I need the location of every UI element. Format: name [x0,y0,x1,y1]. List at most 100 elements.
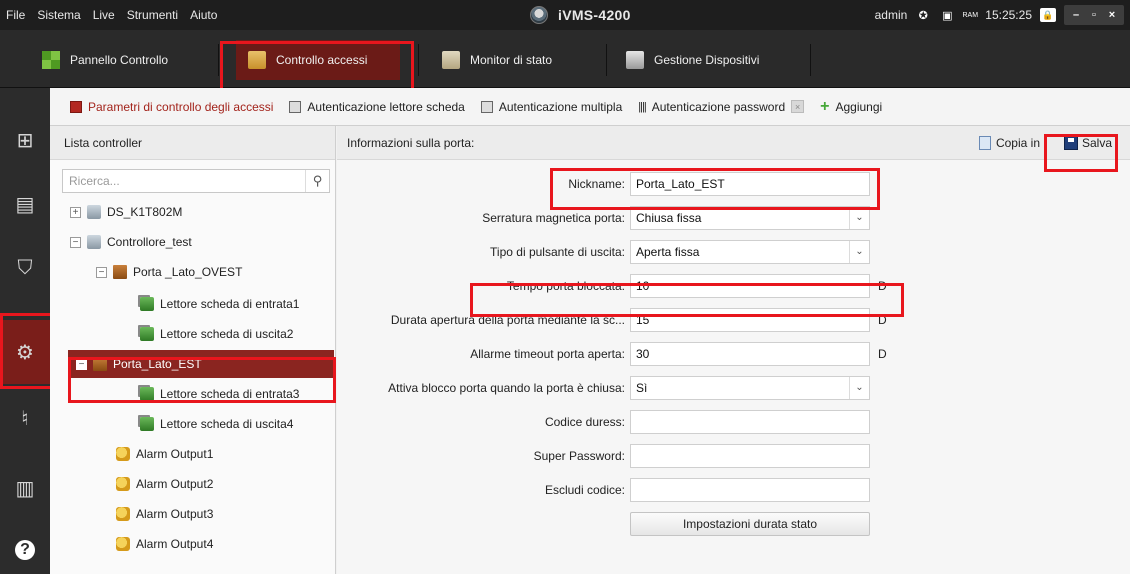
mic-icon[interactable]: ♮ [0,388,50,448]
minimize-icon[interactable]: – [1068,7,1084,23]
nickname-field[interactable]: Porta_Lato_EST [630,172,870,196]
search-input[interactable]: Ricerca... ⚲ [62,169,330,193]
node-label: Lettore scheda di entrata3 [160,387,300,401]
menu-strumenti[interactable]: Strumenti [121,0,184,30]
user-name[interactable]: admin [875,8,908,22]
dismiss-code-field[interactable] [630,478,870,502]
menu-file[interactable]: File [0,0,31,30]
collapse-icon[interactable]: − [96,266,107,278]
chevron-down-icon[interactable]: ⌄ [849,377,869,399]
tree-node-door[interactable]: − Porta _Lato_OVEST [96,258,242,286]
menu-live[interactable]: Live [87,0,121,30]
open-timeout-field[interactable]: 30 [630,342,870,366]
controller-icon [87,235,101,249]
open-duration-row: Durata apertura della porta mediante la … [337,308,625,332]
chevron-down-icon[interactable]: ⌄ [849,241,869,263]
tree-node-reader[interactable]: Lettore scheda di uscita2 [140,320,293,348]
module-label: Controllo accessi [276,53,368,67]
shield-icon[interactable]: ⛉ [0,238,50,298]
tree-node-alarm[interactable]: Alarm Output4 [116,530,213,558]
tree-node-reader[interactable]: Lettore scheda di uscita4 [140,410,293,438]
tab-parametri-controllo[interactable]: Parametri di controllo degli accessi [62,88,281,126]
tree-node-alarm[interactable]: Alarm Output3 [116,500,213,528]
door-params-icon [70,100,82,113]
gears-icon[interactable]: ⚙ [0,320,50,384]
door-icon [93,357,107,371]
module-monitor-di-stato[interactable]: Monitor di stato [430,40,564,80]
tree-node-door-selected[interactable]: − Porta_Lato_EST [68,350,334,378]
duress-code-label: Codice duress: [544,415,625,429]
node-label: Lettore scheda di uscita4 [160,417,294,431]
lock-icon[interactable]: 🔒 [1040,8,1056,22]
info-header: Informazioni sulla porta: Copia in Salva [337,126,1130,160]
close-tab-icon[interactable]: × [791,100,805,113]
left-rail: ⊞ ▤ ⛉ ⚙ ♮ ▥ ? [0,88,50,574]
node-label: Controllore_test [107,235,192,249]
clock: 15:25:25 [985,8,1032,22]
tree-node-reader[interactable]: Lettore scheda di entrata1 [140,290,299,318]
title-bar: File Sistema Live Strumenti Aiuto iVMS-4… [0,0,1130,30]
tab-autenticazione-password[interactable]: |||| Autenticazione password × [630,88,812,126]
nickname-row: Nickname: [337,172,625,196]
module-controllo-accessi[interactable]: Controllo accessi [236,40,400,80]
alarm-output-icon [116,447,130,461]
network-icon: ✪ [918,9,928,22]
tree-node-alarm[interactable]: Alarm Output2 [116,470,213,498]
maximize-icon[interactable]: ▫ [1086,7,1102,23]
open-duration-field[interactable]: 15 [630,308,870,332]
close-icon[interactable]: × [1104,7,1120,23]
menu-sistema[interactable]: Sistema [31,0,86,30]
help-icon[interactable]: ? [0,520,50,574]
tree-node-controller[interactable]: + DS_K1T802M [70,198,182,226]
tab-autenticazione-multipla[interactable]: Autenticazione multipla [473,88,630,126]
tree-node-controller[interactable]: − Controllore_test [70,228,192,256]
tree-node-reader[interactable]: Lettore scheda di entrata3 [140,380,299,408]
barcode-icon: |||| [638,100,647,113]
status-monitor-icon [442,51,460,69]
list-header: Lista controller [50,126,335,160]
copy-to-button[interactable]: Copia in [978,132,1040,154]
expand-icon[interactable]: + [70,206,81,218]
state-duration-button[interactable]: Impostazioni durata stato [630,512,870,536]
alarm-output-icon [116,537,130,551]
device-tree-icon[interactable]: ⊞ [0,110,50,170]
save-button[interactable]: Salva [1060,132,1116,154]
module-label: Gestione Dispositivi [654,53,760,67]
locked-time-field[interactable]: 10 [630,274,870,298]
module-pannello-controllo[interactable]: Pannello Controllo [30,40,180,80]
clipboard-icon[interactable]: ▤ [0,174,50,234]
copy-icon [978,136,991,150]
menu-bar: File Sistema Live Strumenti Aiuto [0,0,223,30]
collapse-icon[interactable]: − [76,358,87,370]
node-label: Porta _Lato_OVEST [133,265,243,279]
module-gestione-dispositivi[interactable]: Gestione Dispositivi [614,40,771,80]
alarm-output-icon [116,507,130,521]
search-icon[interactable]: ⚲ [305,170,329,192]
collapse-icon[interactable]: − [70,236,81,248]
tree-node-alarm[interactable]: Alarm Output1 [116,440,213,468]
tab-aggiungi[interactable]: + Aggiungi [812,88,890,126]
lock-on-close-row: Attiva blocco porta quando la porta è ch… [337,376,625,400]
lock-on-close-select[interactable]: Sì ⌄ [630,376,870,400]
exit-button-select[interactable]: Aperta fissa ⌄ [630,240,870,264]
window-controls: – ▫ × [1064,5,1124,25]
tab-label: Aggiungi [835,99,883,114]
camera-logo-icon [530,6,548,24]
tab-autenticazione-lettore[interactable]: Autenticazione lettore scheda [281,88,472,126]
locked-time-row: Tempo porta bloccata: [337,274,625,298]
exit-button-value: Aperta fissa [636,245,700,259]
lock-on-close-value: Sì [636,381,648,395]
log-icon[interactable]: ▥ [0,458,50,518]
card-reader-icon [289,100,302,113]
alarm-output-icon [116,477,130,491]
node-label: DS_K1T802M [107,205,183,219]
info-header-label: Informazioni sulla porta: [347,135,475,150]
magnetic-lock-select[interactable]: Chiusa fissa ⌄ [630,206,870,230]
super-password-field[interactable] [630,444,870,468]
duress-code-field[interactable] [630,410,870,434]
access-control-icon [248,51,266,69]
tab-bar: Parametri di controllo degli accessi Aut… [50,88,1130,126]
chevron-down-icon[interactable]: ⌄ [849,207,869,229]
open-timeout-unit: D [878,347,887,361]
menu-aiuto[interactable]: Aiuto [184,0,223,30]
